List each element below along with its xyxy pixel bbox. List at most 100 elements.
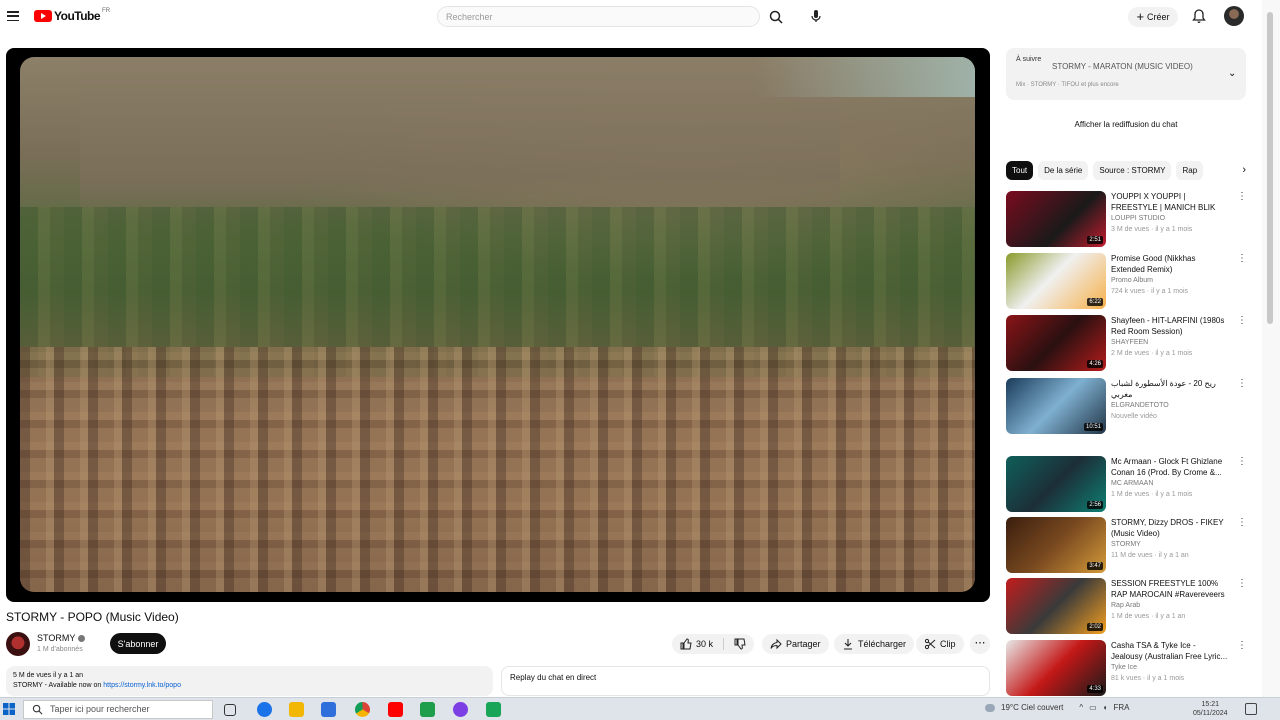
spotify-icon[interactable]	[486, 702, 501, 717]
share-button[interactable]: Partager	[762, 634, 829, 654]
playlist-subtitle: Mix · STORMY · TIFOU et plus encore	[1016, 82, 1119, 88]
menu-icon[interactable]	[7, 11, 19, 21]
microphone-icon[interactable]	[808, 8, 824, 24]
recommendation-title[interactable]: Casha TSA & Tyke Ice - Jealousy (Austral…	[1111, 640, 1229, 662]
video-thumbnail[interactable]: 6:22	[1006, 253, 1106, 309]
recommendation-meta: 3 M de vues · il y a 1 mois	[1111, 226, 1193, 233]
recommendation-item[interactable]: 10:51 ريح 20 - عودة الأسطورة لشباب مغربي E…	[1006, 378, 1247, 434]
video-thumbnail[interactable]: 10:51	[1006, 378, 1106, 434]
playlist-panel[interactable]: À suivre STORMY - MARATON (MUSIC VIDEO) …	[1006, 48, 1246, 100]
recommendation-channel[interactable]: ELGRANDETOTO	[1111, 402, 1169, 409]
video-thumbnail[interactable]: 4:26	[1006, 315, 1106, 371]
excel-icon[interactable]	[420, 702, 435, 717]
chip-source[interactable]: Source : STORMY	[1093, 160, 1172, 180]
more-vertical-icon[interactable]: ⋮	[1237, 640, 1247, 651]
notification-icon[interactable]	[1245, 703, 1257, 715]
account-avatar[interactable]	[1224, 6, 1244, 26]
recommendation-title[interactable]: Promise Good (Nikkhas Extended Remix)	[1111, 253, 1229, 275]
channel-name-row[interactable]: STORMY	[37, 633, 86, 643]
recommendation-title[interactable]: Shayfeen - HIT-LARFINI (1980s Red Room S…	[1111, 315, 1229, 337]
network-icon[interactable]: ▭	[1089, 703, 1097, 712]
windows-start-icon[interactable]	[3, 703, 15, 715]
more-vertical-icon[interactable]: ⋮	[1237, 578, 1247, 589]
recommendation-channel[interactable]: SHAYFEEN	[1111, 339, 1148, 346]
chip-rap[interactable]: Rap	[1176, 160, 1204, 180]
video-player[interactable]	[6, 48, 990, 602]
more-vertical-icon[interactable]: ⋮	[1237, 191, 1247, 202]
like-count[interactable]: 30 k	[696, 639, 713, 649]
recommendation-channel[interactable]: LOUPPI STUDIO	[1111, 215, 1165, 222]
recommendation-channel[interactable]: Promo Album	[1111, 277, 1153, 284]
recommendation-title[interactable]: YOUPPI X YOUPPI | FREESTYLE | MANICH BLI…	[1111, 191, 1229, 213]
more-vertical-icon[interactable]: ⋮	[1237, 517, 1247, 528]
recommendation-title[interactable]: ريح 20 - عودة الأسطورة لشباب مغربي	[1111, 378, 1229, 400]
recommendation-item[interactable]: 2:51 YOUPPI X YOUPPI | FREESTYLE | MANICH…	[1006, 191, 1247, 247]
recommendation-meta: 1 M de vues · il y a 1 mois	[1111, 491, 1193, 498]
video-duration: 2:02	[1087, 623, 1103, 631]
like-icon[interactable]	[680, 638, 692, 650]
subscribe-button[interactable]: S'abonner	[110, 633, 166, 654]
chip-series[interactable]: De la série	[1038, 160, 1089, 180]
dislike-icon[interactable]	[734, 638, 746, 650]
live-chat-replay-panel[interactable]: Replay du chat en direct	[501, 666, 990, 696]
channel-avatar[interactable]	[6, 632, 30, 656]
app-icon[interactable]	[453, 702, 468, 717]
create-button[interactable]: + Créer	[1128, 7, 1178, 27]
volume-icon[interactable]: ◖	[1103, 703, 1108, 712]
download-button[interactable]: Télécharger	[834, 634, 915, 654]
show-chat-replay-button[interactable]: Afficher la rediffusion du chat	[1006, 120, 1246, 129]
file-explorer-icon[interactable]	[289, 702, 304, 717]
recommendation-item[interactable]: 2:56 Mc Armaan - Glock Ft Ghizlane Conan …	[1006, 456, 1247, 512]
edge-browser-icon[interactable]	[257, 702, 272, 717]
youtube-app-icon[interactable]	[388, 702, 403, 717]
more-vertical-icon[interactable]: ⋮	[1237, 253, 1247, 264]
more-actions-button[interactable]: ⋯	[970, 634, 990, 654]
bell-icon[interactable]	[1191, 8, 1207, 24]
recommendation-item[interactable]: 2:02 SESSION FREESTYLE 100% RAP MAROCAIN …	[1006, 578, 1247, 634]
page-scrollbar[interactable]	[1262, 0, 1280, 697]
taskbar-search-input[interactable]: Taper ici pour rechercher	[23, 700, 213, 719]
chrome-icon[interactable]	[355, 702, 370, 717]
chevron-right-icon[interactable]: ›	[1242, 164, 1246, 176]
video-thumbnail[interactable]: 2:51	[1006, 191, 1106, 247]
chevron-up-icon[interactable]: ^	[1079, 703, 1083, 712]
weather-icon[interactable]	[985, 703, 995, 712]
video-thumbnail[interactable]: 3:47	[1006, 517, 1106, 573]
store-icon[interactable]	[321, 702, 336, 717]
task-view-icon[interactable]	[224, 704, 236, 716]
more-vertical-icon[interactable]: ⋮	[1237, 378, 1247, 389]
clock[interactable]: 15:21 05/11/2024	[1193, 700, 1228, 718]
recommendation-item[interactable]: 4:33 Casha TSA & Tyke Ice - Jealousy (Aus…	[1006, 640, 1247, 696]
video-thumbnail[interactable]: 2:56	[1006, 456, 1106, 512]
more-vertical-icon[interactable]: ⋮	[1237, 456, 1247, 467]
recommendation-item[interactable]: 6:22 Promise Good (Nikkhas Extended Remix…	[1006, 253, 1247, 309]
description-box[interactable]: 5 M de vues il y a 1 an STORMY - Availab…	[6, 666, 493, 696]
recommendation-channel[interactable]: MC ARMAAN	[1111, 480, 1153, 487]
search-input[interactable]: Rechercher	[437, 6, 760, 27]
chevron-down-icon[interactable]: ⌄	[1228, 68, 1236, 79]
youtube-logo[interactable]: YouTube FR	[34, 8, 110, 23]
recommendation-title[interactable]: Mc Armaan - Glock Ft Ghizlane Conan 16 (…	[1111, 456, 1229, 478]
recommendation-item[interactable]: 4:26 Shayfeen - HIT-LARFINI (1980s Red Ro…	[1006, 315, 1247, 371]
recommendation-title[interactable]: STORMY, Dizzy DROS - FIKEY (Music Video)	[1111, 517, 1229, 539]
recommendation-title[interactable]: SESSION FREESTYLE 100% RAP MAROCAIN #Rav…	[1111, 578, 1229, 600]
video-thumbnail[interactable]: 4:33	[1006, 640, 1106, 696]
description-link[interactable]: https://stormy.lnk.to/popo	[103, 682, 181, 689]
taskbar-search-placeholder: Taper ici pour rechercher	[50, 704, 150, 714]
clip-button[interactable]: Clip	[916, 634, 964, 654]
channel-name[interactable]: STORMY	[37, 633, 75, 643]
recommendation-channel[interactable]: STORMY	[1111, 541, 1141, 548]
clip-label: Clip	[940, 639, 956, 649]
language-indicator[interactable]: FRA	[1114, 703, 1130, 712]
recommendation-channel[interactable]: Tyke Ice	[1111, 664, 1137, 671]
chat-replay-label: Replay du chat en direct	[510, 673, 597, 682]
playlist-title: STORMY - MARATON (MUSIC VIDEO)	[1052, 62, 1193, 71]
search-icon[interactable]	[768, 9, 784, 25]
more-vertical-icon[interactable]: ⋮	[1237, 315, 1247, 326]
scrollbar-thumb[interactable]	[1267, 12, 1273, 324]
recommendation-item[interactable]: 3:47 STORMY, Dizzy DROS - FIKEY (Music Vi…	[1006, 517, 1247, 573]
video-thumbnail[interactable]: 2:02	[1006, 578, 1106, 634]
recommendation-channel[interactable]: Rap Arab	[1111, 602, 1140, 609]
weather-text[interactable]: 19°C Ciel couvert	[1001, 703, 1063, 712]
chip-all[interactable]: Tout	[1006, 160, 1034, 180]
